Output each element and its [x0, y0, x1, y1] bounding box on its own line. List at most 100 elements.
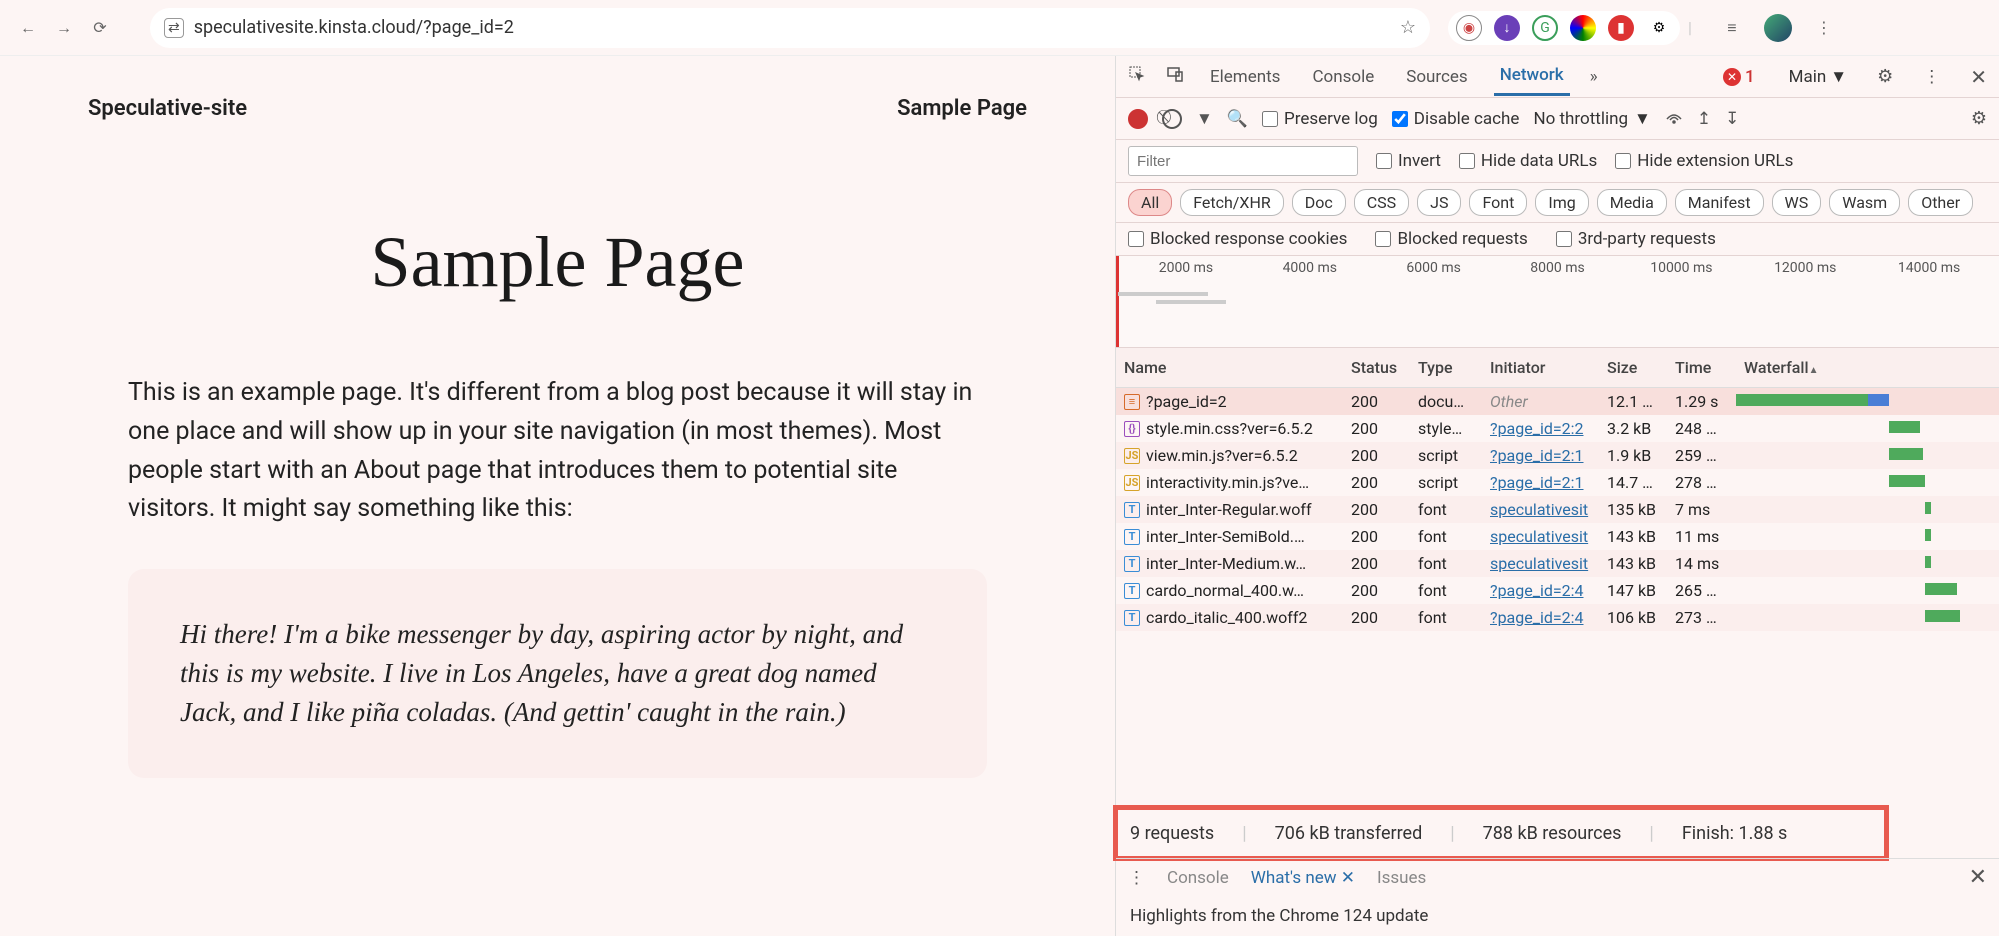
network-settings-icon[interactable]: ⚙ [1971, 108, 1987, 129]
network-status-bar: 9 requests | 706 kB transferred | 788 kB… [1116, 808, 1886, 858]
table-row[interactable]: JSinteractivity.min.js?ve… 200 script ?p… [1116, 469, 1999, 496]
network-conditions-icon[interactable] [1665, 107, 1683, 130]
file-type-icon: T [1124, 556, 1140, 572]
chip-media[interactable]: Media [1597, 189, 1667, 216]
disable-cache-checkbox[interactable]: Disable cache [1392, 109, 1520, 129]
chip-manifest[interactable]: Manifest [1675, 189, 1764, 216]
error-badge[interactable]: ✕1 [1723, 67, 1755, 87]
extension-icon[interactable]: ◉ [1456, 15, 1482, 41]
blocked-requests-checkbox[interactable]: Blocked requests [1375, 229, 1527, 249]
chip-img[interactable]: Img [1535, 189, 1588, 216]
extension-icon[interactable]: ▮ [1608, 15, 1634, 41]
table-row[interactable]: Tinter_Inter-SemiBold.… 200 font specula… [1116, 523, 1999, 550]
reload-icon[interactable]: ⟳ [86, 14, 114, 42]
filter-input[interactable] [1128, 146, 1358, 176]
extensions-group: ◉ ↓ G ▮ ⚙ [1448, 11, 1680, 45]
drawer-tab-issues[interactable]: Issues [1377, 868, 1426, 888]
drawer-content: Highlights from the Chrome 124 update [1116, 896, 1999, 936]
blockquote: Hi there! I'm a bike messenger by day, a… [128, 569, 987, 778]
preserve-log-checkbox[interactable]: Preserve log [1262, 109, 1378, 129]
browser-tail-icons: ≡ ⋮ [1718, 14, 1838, 42]
tab-sources[interactable]: Sources [1400, 59, 1473, 95]
devtools-panel: Elements Console Sources Network » ✕1 Ma… [1115, 56, 1999, 936]
file-type-icon: JS [1124, 475, 1140, 491]
filter-row: Invert Hide data URLs Hide extension URL… [1116, 140, 1999, 183]
extension-icon[interactable]: ↓ [1494, 15, 1520, 41]
drawer-tab-whatsnew[interactable]: What's new ✕ [1251, 868, 1355, 888]
extension-icon[interactable]: G [1532, 15, 1558, 41]
hide-extension-urls-checkbox[interactable]: Hide extension URLs [1615, 151, 1793, 171]
table-row[interactable]: Tinter_Inter-Medium.w… 200 font speculat… [1116, 550, 1999, 577]
puzzle-icon[interactable]: ⚙ [1646, 15, 1672, 41]
table-row[interactable]: JSview.min.js?ver=6.5.2 200 script ?page… [1116, 442, 1999, 469]
chip-all[interactable]: All [1128, 189, 1172, 216]
site-title[interactable]: Speculative-site [88, 96, 247, 121]
device-icon[interactable] [1166, 65, 1184, 88]
page-heading: Sample Page [88, 221, 1027, 304]
extra-filters: Blocked response cookies Blocked request… [1116, 223, 1999, 256]
upload-icon[interactable]: ↥ [1697, 109, 1711, 129]
table-row[interactable]: Tcardo_italic_400.woff2 200 font ?page_i… [1116, 604, 1999, 631]
clear-button[interactable]: ⃠ [1162, 109, 1182, 129]
chip-font[interactable]: Font [1469, 189, 1527, 216]
chip-wasm[interactable]: Wasm [1829, 189, 1900, 216]
network-toolbar: ⃠ ▼ 🔍 Preserve log Disable cache No thro… [1116, 98, 1999, 140]
chip-js[interactable]: JS [1417, 189, 1461, 216]
page-content: Speculative-site Sample Page Sample Page… [0, 56, 1115, 936]
kebab-icon[interactable]: ⋮ [1923, 67, 1940, 87]
network-table: Name Status Type Initiator Size Time Wat… [1116, 348, 1999, 631]
chip-ws[interactable]: WS [1772, 189, 1822, 216]
tab-console[interactable]: Console [1306, 59, 1380, 95]
type-chips: All Fetch/XHR Doc CSS JS Font Img Media Manifest… [1116, 183, 1999, 223]
address-bar[interactable]: ⇄ speculativesite.kinsta.cloud/?page_id=… [150, 8, 1430, 48]
chip-other[interactable]: Other [1908, 189, 1973, 216]
devtools-tabs: Elements Console Sources Network » ✕1 Ma… [1116, 56, 1999, 98]
table-row[interactable]: Tinter_Inter-Regular.woff 200 font specu… [1116, 496, 1999, 523]
menu-icon[interactable]: ⋮ [1810, 14, 1838, 42]
bookmark-icon[interactable]: ☆ [1400, 17, 1416, 38]
drawer-menu-icon[interactable]: ⋮ [1128, 868, 1145, 888]
profile-avatar[interactable] [1764, 14, 1792, 42]
file-type-icon: JS [1124, 448, 1140, 464]
table-row[interactable]: ≡?page_id=2 200 docu… Other 12.1 kB 1.29… [1116, 388, 1999, 415]
drawer-close-icon[interactable]: ✕ [1969, 865, 1987, 890]
context-selector[interactable]: Main ▼ [1789, 67, 1847, 87]
filter-icon[interactable]: ▼ [1196, 109, 1213, 129]
page-paragraph: This is an example page. It's different … [128, 374, 987, 529]
file-type-icon: ≡ [1124, 394, 1140, 410]
invert-checkbox[interactable]: Invert [1376, 151, 1441, 171]
settings-icon[interactable]: ⚙ [1877, 66, 1893, 87]
hide-data-urls-checkbox[interactable]: Hide data URLs [1459, 151, 1597, 171]
throttling-selector[interactable]: No throttling ▼ [1533, 109, 1650, 129]
close-icon[interactable]: ✕ [1970, 65, 1987, 89]
download-icon[interactable]: ↧ [1725, 109, 1739, 129]
overview-timeline[interactable]: 2000 ms4000 ms6000 ms8000 ms10000 ms1200… [1116, 256, 1999, 348]
inspect-icon[interactable] [1128, 65, 1146, 88]
more-tabs-icon[interactable]: » [1590, 67, 1598, 87]
search-icon[interactable]: 🔍 [1227, 109, 1248, 129]
status-transferred: 706 kB transferred [1275, 823, 1423, 844]
table-row[interactable]: Tcardo_normal_400.w… 200 font ?page_id=2… [1116, 577, 1999, 604]
status-resources: 788 kB resources [1483, 823, 1622, 844]
drawer-tabs: ⋮ Console What's new ✕ Issues ✕ [1116, 858, 1999, 896]
chip-doc[interactable]: Doc [1292, 189, 1346, 216]
status-finish: Finish: 1.88 s [1682, 823, 1788, 844]
playlist-icon[interactable]: ≡ [1718, 14, 1746, 42]
chip-fetch-xhr[interactable]: Fetch/XHR [1180, 189, 1284, 216]
tab-elements[interactable]: Elements [1204, 59, 1286, 95]
record-button[interactable] [1128, 109, 1148, 129]
extension-icon[interactable] [1570, 15, 1596, 41]
forward-icon[interactable]: → [50, 14, 78, 42]
file-type-icon: T [1124, 583, 1140, 599]
chip-css[interactable]: CSS [1354, 189, 1409, 216]
blocked-cookies-checkbox[interactable]: Blocked response cookies [1128, 229, 1347, 249]
file-type-icon: T [1124, 610, 1140, 626]
nav-link-sample-page[interactable]: Sample Page [897, 96, 1027, 121]
back-icon[interactable]: ← [14, 14, 42, 42]
third-party-checkbox[interactable]: 3rd-party requests [1556, 229, 1716, 249]
table-row[interactable]: {}style.min.css?ver=6.5.2 200 style… ?pa… [1116, 415, 1999, 442]
tab-network[interactable]: Network [1494, 57, 1570, 96]
drawer-tab-console[interactable]: Console [1167, 868, 1229, 888]
browser-toolbar: ← → ⟳ ⇄ speculativesite.kinsta.cloud/?pa… [0, 0, 1999, 56]
site-info-icon[interactable]: ⇄ [164, 18, 184, 38]
